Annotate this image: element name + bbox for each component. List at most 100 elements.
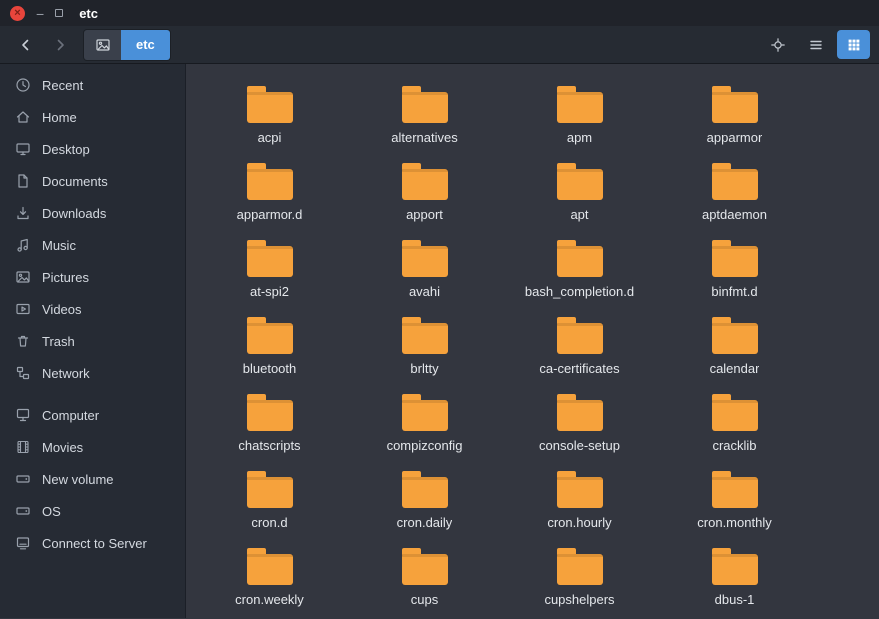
sidebar-item-label: Network xyxy=(42,365,90,381)
window-controls: × − xyxy=(10,5,64,21)
folder-item[interactable]: compizconfig xyxy=(347,385,502,462)
folder-label: alternatives xyxy=(391,130,458,145)
film-icon xyxy=(15,439,31,455)
sidebar-item-new-volume[interactable]: New volume xyxy=(0,463,185,495)
folder-icon xyxy=(711,471,758,508)
sidebar-item-label: Documents xyxy=(42,173,108,189)
folder-icon xyxy=(711,548,758,585)
folder-item[interactable]: acpi xyxy=(192,77,347,154)
folder-item[interactable]: cracklib xyxy=(657,385,812,462)
folder-item[interactable]: apt xyxy=(502,154,657,231)
folder-item[interactable]: brltty xyxy=(347,308,502,385)
folder-label: apparmor.d xyxy=(236,207,303,222)
folder-item[interactable]: ca-certificates xyxy=(502,308,657,385)
folder-item[interactable]: binfmt.d xyxy=(657,231,812,308)
folder-label: chatscripts xyxy=(238,438,301,453)
folder-label: cron.daily xyxy=(396,515,453,530)
folder-icon xyxy=(401,471,448,508)
content-area: Recent Home Desktop Documents Downloads Music… xyxy=(0,64,879,618)
list-view-button[interactable] xyxy=(799,30,832,59)
drive-icon xyxy=(15,471,31,487)
folder-item[interactable]: alternatives xyxy=(347,77,502,154)
sidebar-item-connect-to-server[interactable]: Connect to Server xyxy=(0,527,185,559)
back-button[interactable] xyxy=(9,30,43,60)
sidebar-item-recent[interactable]: Recent xyxy=(0,69,185,101)
folder-icon xyxy=(556,240,603,277)
folder-item[interactable]: apparmor.d xyxy=(192,154,347,231)
document-icon xyxy=(15,173,31,189)
sidebar-item-documents[interactable]: Documents xyxy=(0,165,185,197)
sidebar-item-pictures[interactable]: Pictures xyxy=(0,261,185,293)
grid-view-button[interactable] xyxy=(837,30,870,59)
sidebar-item-label: Desktop xyxy=(42,141,90,157)
folder-item[interactable]: cups xyxy=(347,539,502,616)
path-root-button[interactable] xyxy=(84,29,121,60)
folder-item[interactable]: at-spi2 xyxy=(192,231,347,308)
computer-icon xyxy=(15,407,31,423)
folder-label: apm xyxy=(566,130,593,145)
sidebar-item-movies[interactable]: Movies xyxy=(0,431,185,463)
folder-label: brltty xyxy=(410,361,439,376)
folder-item[interactable]: calendar xyxy=(657,308,812,385)
folder-label: calendar xyxy=(709,361,760,376)
folder-icon xyxy=(556,86,603,123)
folder-item[interactable]: dbus-1 xyxy=(657,539,812,616)
folder-item[interactable]: cron.weekly xyxy=(192,539,347,616)
folder-item[interactable]: cron.d xyxy=(192,462,347,539)
folder-item[interactable]: cron.hourly xyxy=(502,462,657,539)
folder-item[interactable]: apm xyxy=(502,77,657,154)
folder-icon xyxy=(556,548,603,585)
folder-item[interactable]: aptdaemon xyxy=(657,154,812,231)
sidebar-item-computer[interactable]: Computer xyxy=(0,399,185,431)
folder-item[interactable]: bluetooth xyxy=(192,308,347,385)
monitor-icon xyxy=(15,141,31,157)
folder-icon xyxy=(556,394,603,431)
sidebar-item-label: Computer xyxy=(42,407,100,423)
maximize-button[interactable] xyxy=(55,9,64,17)
sidebar-item-music[interactable]: Music xyxy=(0,229,185,261)
folder-item[interactable]: cron.monthly xyxy=(657,462,812,539)
sidebar-item-desktop[interactable]: Desktop xyxy=(0,133,185,165)
sidebar-item-home[interactable]: Home xyxy=(0,101,185,133)
folder-item[interactable]: cupshelpers xyxy=(502,539,657,616)
folder-item[interactable]: bash_completion.d xyxy=(502,231,657,308)
minimize-button[interactable]: − xyxy=(36,6,44,21)
trash-icon xyxy=(15,333,31,349)
folder-icon xyxy=(401,86,448,123)
window-title: etc xyxy=(79,5,98,21)
folder-label: cron.hourly xyxy=(547,515,612,530)
folder-label: console-setup xyxy=(539,438,620,453)
sidebar-item-videos[interactable]: Videos xyxy=(0,293,185,325)
sidebar-item-os[interactable]: OS xyxy=(0,495,185,527)
path-current-button[interactable]: etc xyxy=(121,29,170,60)
folder-label: ca-certificates xyxy=(539,361,620,376)
folder-label: aptdaemon xyxy=(701,207,768,222)
folder-item[interactable]: cron.daily xyxy=(347,462,502,539)
sidebar-item-downloads[interactable]: Downloads xyxy=(0,197,185,229)
close-icon: × xyxy=(14,6,21,19)
sidebar-item-label: Music xyxy=(42,237,76,253)
folder-item[interactable]: apport xyxy=(347,154,502,231)
video-icon xyxy=(15,301,31,317)
folder-icon xyxy=(711,240,758,277)
folder-label: cupshelpers xyxy=(544,592,615,607)
sidebar-item-label: Movies xyxy=(42,439,84,455)
sidebar-item-network[interactable]: Network xyxy=(0,357,185,389)
folder-item[interactable]: console-setup xyxy=(502,385,657,462)
close-button[interactable]: × xyxy=(10,5,25,21)
folder-icon xyxy=(246,394,293,431)
pathbar: etc xyxy=(83,28,171,61)
list-icon xyxy=(808,37,824,53)
folder-item[interactable]: apparmor xyxy=(657,77,812,154)
picture-icon xyxy=(95,37,111,53)
forward-button[interactable] xyxy=(43,30,77,60)
music-icon xyxy=(15,237,31,253)
folder-item[interactable]: avahi xyxy=(347,231,502,308)
sidebar-item-label: New volume xyxy=(42,471,114,487)
folder-icon xyxy=(711,86,758,123)
folder-label: at-spi2 xyxy=(249,284,290,299)
folder-item[interactable]: chatscripts xyxy=(192,385,347,462)
picture-icon xyxy=(15,269,31,285)
sidebar-item-trash[interactable]: Trash xyxy=(0,325,185,357)
location-button[interactable] xyxy=(761,30,794,59)
